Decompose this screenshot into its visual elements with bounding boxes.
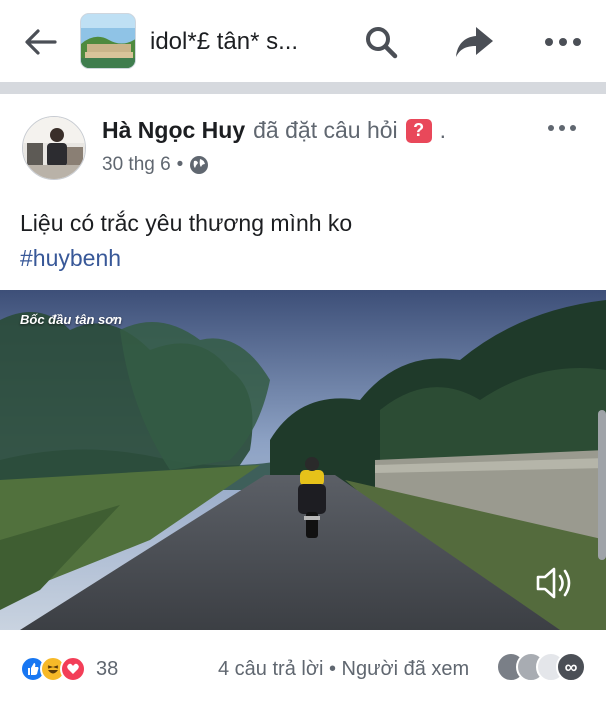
search-button[interactable] bbox=[360, 22, 402, 62]
back-arrow-icon bbox=[25, 29, 57, 55]
more-icon bbox=[545, 38, 581, 46]
author-avatar[interactable] bbox=[22, 116, 86, 180]
search-icon bbox=[366, 27, 398, 59]
post-action-text: đã đặt câu hỏi bbox=[253, 117, 398, 143]
header-end-dot: . bbox=[439, 117, 447, 143]
seen-more-badge: ∞ bbox=[556, 652, 586, 682]
reactions-summary[interactable]: 38 bbox=[20, 656, 118, 682]
post-video[interactable]: Bốc đầu tân sơn bbox=[0, 290, 606, 630]
question-icon: ? bbox=[405, 118, 432, 143]
speaker-icon bbox=[536, 567, 571, 599]
group-title[interactable]: idol*£ tân* s... bbox=[150, 28, 298, 56]
video-caption: Bốc đầu tân sơn bbox=[20, 312, 122, 327]
answers-and-seen[interactable]: 4 câu trả lời • Người đã xem bbox=[218, 658, 469, 681]
group-thumbnail[interactable] bbox=[80, 13, 136, 69]
more-icon bbox=[548, 125, 576, 131]
group-image bbox=[81, 14, 135, 68]
share-icon bbox=[456, 27, 493, 57]
section-divider bbox=[0, 82, 606, 94]
post-meta: 30 thg 6 • bbox=[102, 154, 209, 176]
scroll-indicator[interactable] bbox=[598, 410, 606, 560]
reaction-count: 38 bbox=[96, 657, 119, 680]
post-footer: 38 4 câu trả lời • Người đã xem ∞ bbox=[0, 630, 606, 704]
hashtag-link[interactable]: #huybenh bbox=[20, 245, 121, 272]
post-text: Liệu có trắc yêu thương mình ko bbox=[20, 210, 353, 236]
author-name[interactable]: Hà Ngọc Huy bbox=[102, 117, 245, 144]
top-bar: idol*£ tân* s... bbox=[0, 0, 606, 82]
video-frame bbox=[0, 290, 606, 630]
seen-by-avatars[interactable]: ∞ bbox=[496, 652, 586, 682]
post-date[interactable]: 30 thg 6 bbox=[102, 154, 171, 176]
globe-icon bbox=[190, 156, 209, 174]
love-icon bbox=[60, 656, 86, 682]
avatar-image bbox=[23, 117, 85, 179]
back-button[interactable] bbox=[18, 22, 62, 62]
post-options-button[interactable] bbox=[540, 114, 584, 142]
share-button[interactable] bbox=[450, 22, 498, 62]
post-header: Hà Ngọc Huy đã đặt câu hỏi ? . bbox=[102, 117, 446, 144]
meta-separator: • bbox=[176, 154, 184, 175]
more-options-button[interactable] bbox=[538, 22, 588, 62]
mute-button[interactable] bbox=[526, 560, 582, 606]
